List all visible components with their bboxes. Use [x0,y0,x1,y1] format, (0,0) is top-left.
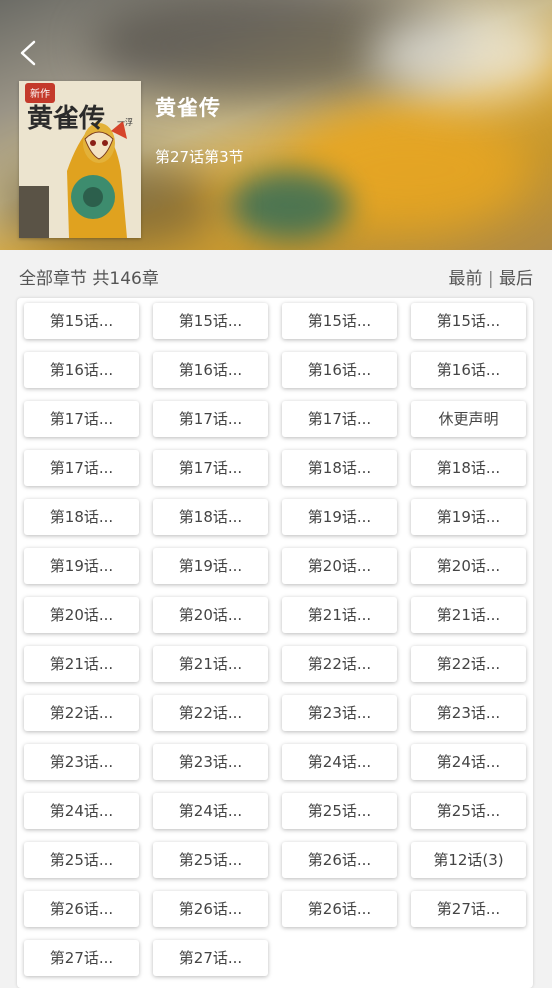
chapter-button[interactable]: 第20话... [411,548,526,584]
chapter-button[interactable]: 第19话... [153,548,268,584]
chapter-button[interactable]: 第23话... [153,744,268,780]
chapter-button[interactable]: 第24话... [24,793,139,829]
chapter-button[interactable]: 第27话... [153,940,268,976]
chapter-count-label: 全部章节 共146章 [19,269,159,289]
svg-text:黄雀传: 黄雀传 [27,104,105,134]
chapter-list-panel: 第15话... 第15话... 第15话... 第15话... 第16话... 第16话.… [17,298,533,988]
chapter-button[interactable]: 第24话... [282,744,397,780]
chapter-button[interactable]: 第21话... [411,597,526,633]
chapter-button[interactable]: 第25话... [153,842,268,878]
chapter-button[interactable]: 第16话... [282,352,397,388]
chapter-button[interactable]: 第20话... [153,597,268,633]
chapter-button[interactable]: 第15话... [282,303,397,339]
chapter-button[interactable]: 第25话... [24,842,139,878]
sort-last-button[interactable]: 最后 [499,269,533,289]
sort-controls: 最前 | 最后 [448,264,533,289]
sort-separator: | [487,269,494,289]
chapter-button[interactable]: 第16话... [411,352,526,388]
chapter-button[interactable]: 第15话... [153,303,268,339]
chapter-button[interactable]: 第21话... [24,646,139,682]
chapter-button[interactable]: 第21话... [282,597,397,633]
chapter-button[interactable]: 第23话... [411,695,526,731]
chapter-button[interactable]: 第19话... [24,548,139,584]
chapter-button[interactable]: 第26话... [24,891,139,927]
chapter-button[interactable]: 第17话... [24,401,139,437]
chapter-button[interactable]: 第21话... [153,646,268,682]
reading-progress: 第27话第3节 [155,148,244,166]
chapter-button[interactable]: 第19话... [282,499,397,535]
chapter-button[interactable]: 第27话... [24,940,139,976]
chapter-button[interactable]: 第25话... [411,793,526,829]
chapter-button[interactable]: 第15话... [24,303,139,339]
chapter-button[interactable]: 第20话... [24,597,139,633]
chapter-button[interactable]: 第18话... [282,450,397,486]
chapter-button[interactable]: 第15话... [411,303,526,339]
chapter-button[interactable]: 第16话... [153,352,268,388]
chapter-button[interactable]: 休更声明 [411,401,526,437]
chapter-button[interactable]: 第16话... [24,352,139,388]
chapter-button[interactable]: 第18话... [411,450,526,486]
chapter-button[interactable]: 第22话... [282,646,397,682]
svg-text:新作: 新作 [30,87,50,100]
chapter-button[interactable]: 第23话... [24,744,139,780]
chapter-button[interactable]: 第18话... [153,499,268,535]
chapter-button[interactable]: 第18话... [24,499,139,535]
svg-text:一浮: 一浮 [117,117,133,127]
chapter-button[interactable]: 第12话(3) [411,842,526,878]
chapter-button[interactable]: 第20话... [282,548,397,584]
chapter-button[interactable]: 第22话... [411,646,526,682]
chapter-button[interactable]: 第17话... [282,401,397,437]
chapter-button[interactable]: 第22话... [24,695,139,731]
chapter-button[interactable]: 第22话... [153,695,268,731]
comic-title: 黄雀传 [155,96,221,120]
chapter-button[interactable]: 第27话... [411,891,526,927]
chapter-button[interactable]: 第25话... [282,793,397,829]
chapter-button[interactable]: 第26话... [282,842,397,878]
comic-header: 新作 黄雀传 一浮 黄雀传 第27话第3节 [0,0,552,250]
chapter-button[interactable]: 第17话... [24,450,139,486]
chapter-button[interactable]: 第23话... [282,695,397,731]
chapter-button[interactable]: 第26话... [282,891,397,927]
chapter-button[interactable]: 第17话... [153,401,268,437]
comic-cover-image[interactable]: 新作 黄雀传 一浮 [19,81,141,238]
back-arrow-icon[interactable] [14,38,44,68]
chapter-button[interactable]: 第26话... [153,891,268,927]
sort-first-button[interactable]: 最前 [448,269,482,289]
chapter-button[interactable]: 第19话... [411,499,526,535]
chapter-button[interactable]: 第24话... [153,793,268,829]
chapter-button[interactable]: 第24话... [411,744,526,780]
chapter-button[interactable]: 第17话... [153,450,268,486]
